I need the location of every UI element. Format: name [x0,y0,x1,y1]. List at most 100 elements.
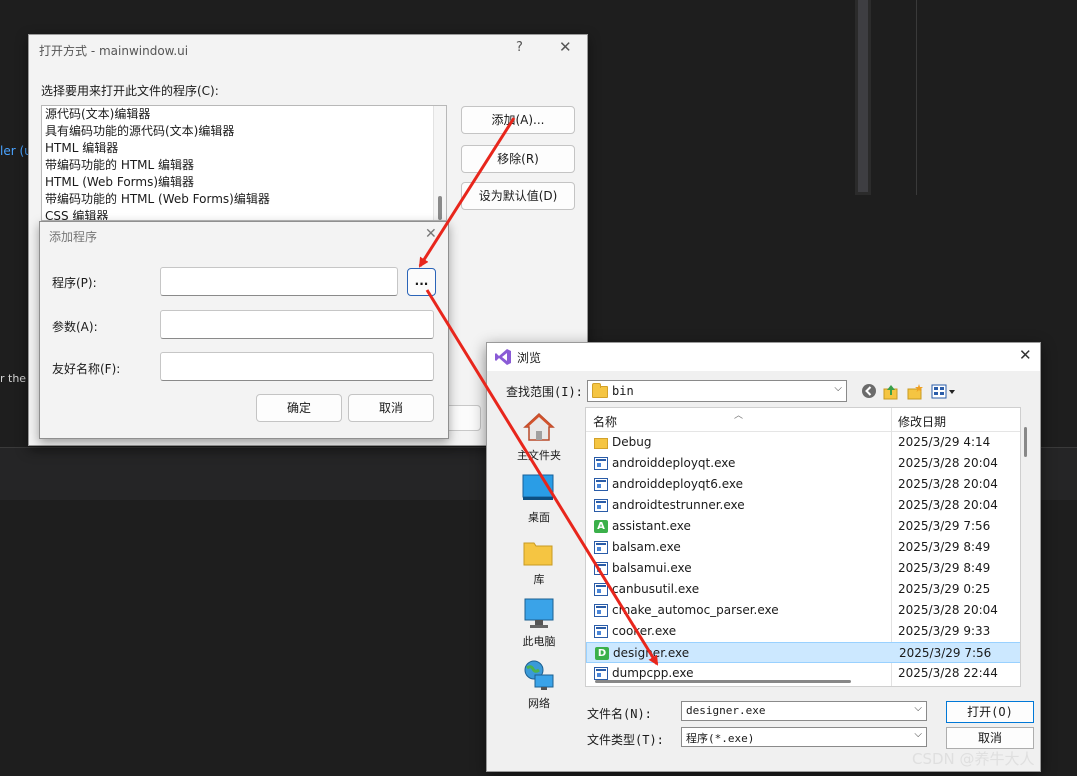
dialog-title: 打开方式 - mainwindow.ui [39,44,189,58]
file-row[interactable]: androiddeployqt.exe 2025/3/28 20:04 [586,453,1020,474]
file-rows: Debug 2025/3/29 4:14 androiddeployqt.exe 20… [586,432,1020,684]
close-icon[interactable]: ✕ [1019,346,1032,364]
program-list-item[interactable]: HTML 编辑器 [42,140,446,157]
file-row[interactable]: Aassistant.exe 2025/3/29 7:56 [586,516,1020,537]
place-label: 库 [533,573,545,586]
scrollbar-thumb[interactable] [1024,427,1027,457]
remove-button[interactable]: 移除(R) [461,145,575,173]
column-header-name[interactable]: 名称 [593,413,617,430]
add-button[interactable]: 添加(A)... [461,106,575,134]
executable-icon [594,499,608,512]
file-list-scrollbar[interactable] [1022,423,1030,463]
browse-dialog: 浏览 ✕ 查找范围(I): bin ⌵ 主文件夹 桌面 库 此电脑 网络 ︿ 名… [486,342,1041,772]
arguments-label: 参数(A): [52,320,98,334]
scrollbar-thumb[interactable] [438,196,442,220]
filename-label: 文件名(N): [587,707,652,721]
watermark: CSDN @养牛大人 [912,750,1035,768]
file-list[interactable]: ︿ 名称 修改日期 Debug 2025/3/29 4:14 androiddepl… [585,407,1021,687]
folder-icon [592,383,608,398]
view-menu-icon[interactable] [931,383,955,401]
file-row[interactable]: balsamui.exe 2025/3/29 8:49 [586,558,1020,579]
file-date: 2025/3/28 20:04 [898,498,998,512]
browse-button[interactable]: ... [407,268,436,296]
program-list-label: 选择要用来打开此文件的程序(C): [41,84,219,98]
file-list-hscrollbar[interactable] [595,680,851,683]
back-icon[interactable] [860,383,878,401]
file-date: 2025/3/29 4:14 [898,435,991,449]
executable-icon [594,625,608,638]
network-icon [524,660,554,690]
chevron-down-icon: ⌵ [834,383,842,394]
file-row[interactable]: cmake_automoc_parser.exe 2025/3/28 20:04 [586,600,1020,621]
set-default-button[interactable]: 设为默认值(D) [461,182,575,210]
visual-studio-icon [495,349,511,365]
editor-divider [916,0,917,195]
program-label: 程序(P): [52,276,97,290]
dialog-title: 添加程序 [49,230,98,244]
file-row[interactable]: canbusutil.exe 2025/3/29 0:25 [586,579,1020,600]
library-icon [523,542,553,566]
friendly-name-input[interactable] [160,352,434,381]
up-folder-icon[interactable] [882,383,900,401]
file-row[interactable]: cooker.exe 2025/3/29 9:33 [586,621,1020,642]
file-row[interactable]: androiddeployqt6.exe 2025/3/28 20:04 [586,474,1020,495]
program-list-item[interactable]: CSS 编辑器 [42,208,446,220]
friendly-name-label: 友好名称(F): [52,362,121,376]
filename-value: designer.exe [686,704,766,717]
title-bar: 浏览 ✕ [487,343,1040,371]
file-row[interactable]: balsam.exe 2025/3/29 8:49 [586,537,1020,558]
list-header: ︿ 名称 修改日期 [586,408,1020,432]
app-icon: D [595,647,609,660]
cancel-button[interactable]: 取消 [946,727,1034,749]
column-header-date[interactable]: 修改日期 [898,413,946,430]
place-label: 此电脑 [522,635,556,648]
program-list-item[interactable]: 带编码功能的 HTML 编辑器 [42,157,446,174]
file-row[interactable]: Debug 2025/3/29 4:14 [586,432,1020,453]
place-network[interactable]: 网络 [493,657,585,717]
editor-text-fragment: ler (u [0,144,32,158]
executable-icon [594,541,608,554]
file-name: cmake_automoc_parser.exe [612,603,779,617]
place-home[interactable]: 主文件夹 [493,409,585,469]
file-row[interactable]: Ddesigner.exe 2025/3/29 7:56 [586,642,1020,663]
place-label: 桌面 [528,511,550,524]
program-input[interactable] [160,267,398,296]
executable-icon [594,583,608,596]
file-name: dumpcpp.exe [612,666,694,680]
ok-button[interactable]: 确定 [256,394,342,422]
place-library[interactable]: 库 [493,533,585,593]
look-in-combo[interactable]: bin ⌵ [587,380,847,402]
help-button[interactable]: ? [516,40,523,55]
open-button[interactable]: 打开(O) [946,701,1034,723]
place-label: 网络 [528,697,550,710]
file-name: balsamui.exe [612,561,692,575]
executable-icon [594,604,608,617]
close-icon[interactable]: ✕ [559,38,572,56]
place-this-pc[interactable]: 此电脑 [493,595,585,655]
filetype-select[interactable]: 程序(*.exe) ⌵ [681,727,927,747]
chevron-down-icon[interactable]: ⌵ [914,703,922,714]
file-date: 2025/3/29 8:49 [898,561,991,575]
executable-icon [594,667,608,680]
new-folder-icon[interactable] [906,383,924,401]
file-date: 2025/3/28 20:04 [898,477,998,491]
file-row[interactable]: androidtestrunner.exe 2025/3/28 20:04 [586,495,1020,516]
file-date: 2025/3/29 8:49 [898,540,991,554]
program-list-item[interactable]: HTML (Web Forms)编辑器 [42,174,446,191]
sort-ascending-icon: ︿ [734,411,744,421]
place-desktop[interactable]: 桌面 [493,471,585,531]
filename-input[interactable]: designer.exe ⌵ [681,701,927,721]
program-list-item[interactable]: 源代码(文本)编辑器 [42,106,446,123]
close-icon[interactable]: ✕ [425,226,437,242]
program-list-item[interactable]: 带编码功能的 HTML (Web Forms)编辑器 [42,191,446,208]
chevron-down-icon[interactable]: ⌵ [914,729,922,740]
program-list[interactable]: 源代码(文本)编辑器 具有编码功能的源代码(文本)编辑器 HTML 编辑器 带编码功能… [41,105,447,221]
program-list-scrollbar[interactable] [433,106,446,220]
cancel-button[interactable]: 取消 [348,394,434,422]
look-in-value: bin [612,384,634,398]
editor-scrollbar-thumb[interactable] [858,0,868,192]
filetype-label: 文件类型(T): [587,733,664,747]
program-list-item[interactable]: 具有编码功能的源代码(文本)编辑器 [42,123,446,140]
arguments-input[interactable] [160,310,434,339]
places-sidebar: 主文件夹 桌面 库 此电脑 网络 [493,407,585,717]
